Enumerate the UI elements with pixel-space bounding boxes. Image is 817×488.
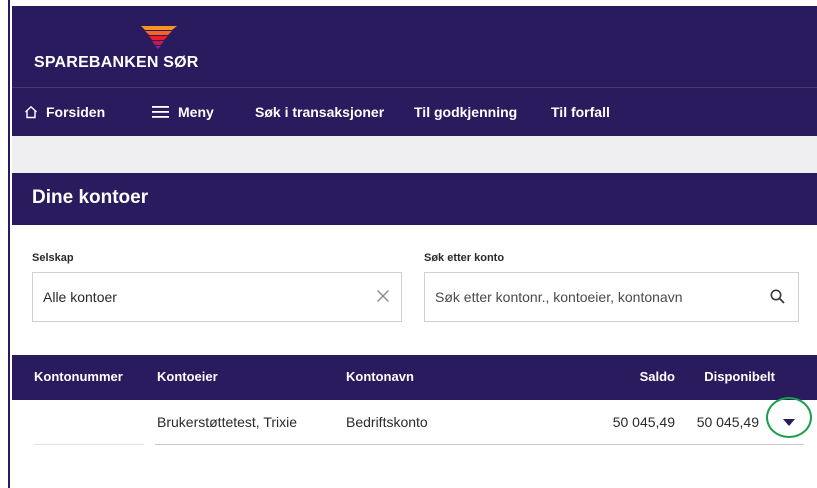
main-navigation: Forsiden Meny Søk i transaksjoner Til go… <box>12 87 817 136</box>
nav-item-label: Til forfall <box>551 104 610 120</box>
brand-name: SPAREBANKEN SØR <box>34 54 199 71</box>
search-icon[interactable] <box>770 289 785 304</box>
cell-kontonavn: Bedriftskonto <box>346 414 428 430</box>
column-header-kontoeier[interactable]: Kontoeier <box>157 369 218 384</box>
cell-saldo: 50 045,49 <box>612 414 675 430</box>
company-select-value: Alle kontoer <box>43 289 117 305</box>
info-strip <box>12 136 817 173</box>
column-header-kontonummer[interactable]: Kontonummer <box>34 369 123 384</box>
row-divider <box>34 444 144 445</box>
nav-item-til-godkjenning[interactable]: Til godkjenning <box>414 88 517 137</box>
hamburger-menu-icon <box>152 106 169 119</box>
nav-item-label: Søk i transaksjoner <box>255 104 385 120</box>
column-header-disponibelt[interactable]: Disponibelt <box>704 369 775 384</box>
nav-item-label: Meny <box>178 104 214 120</box>
company-filter-label: Selskap <box>32 252 74 264</box>
nav-item-label: Til godkjenning <box>414 104 518 120</box>
page-title: Dine kontoer <box>32 187 149 208</box>
accounts-table-header: Kontonummer Kontoeier Kontonavn Saldo Di… <box>12 355 817 400</box>
row-divider <box>155 444 804 445</box>
cell-kontoeier: Brukerstøttetest, Trixie <box>157 414 298 430</box>
page-title-bar: Dine kontoer <box>12 173 817 225</box>
table-row[interactable]: Brukerstøttetest, Trixie Bedriftskonto 5… <box>12 400 817 445</box>
nav-item-til-forfall[interactable]: Til forfall <box>551 88 610 137</box>
cell-disponibelt: 50 045,49 <box>696 414 759 430</box>
account-search-input[interactable]: Søk etter kontonr., kontoeier, kontonavn <box>424 272 799 322</box>
nav-item-meny[interactable]: Meny <box>152 88 214 137</box>
chevron-down-icon[interactable] <box>783 419 795 426</box>
nav-item-sok-i-transaksjoner[interactable]: Søk i transaksjoner <box>255 88 384 137</box>
search-filter-label: Søk etter konto <box>424 252 505 264</box>
close-icon[interactable] <box>376 289 390 303</box>
home-icon <box>25 106 37 119</box>
column-header-saldo[interactable]: Saldo <box>640 369 675 384</box>
company-select[interactable]: Alle kontoer <box>32 272 402 322</box>
page-left-border <box>0 0 10 488</box>
brand-header: SPAREBANKEN SØR <box>12 6 817 87</box>
nav-item-label: Forsiden <box>46 104 106 120</box>
account-search-placeholder: Søk etter kontonr., kontoeier, kontonavn <box>435 289 683 305</box>
sparebanken-wave-logo-icon <box>141 26 177 49</box>
row-expand-highlight <box>766 397 812 438</box>
column-header-kontonavn[interactable]: Kontonavn <box>346 369 414 384</box>
nav-item-forsiden[interactable]: Forsiden <box>24 88 105 137</box>
